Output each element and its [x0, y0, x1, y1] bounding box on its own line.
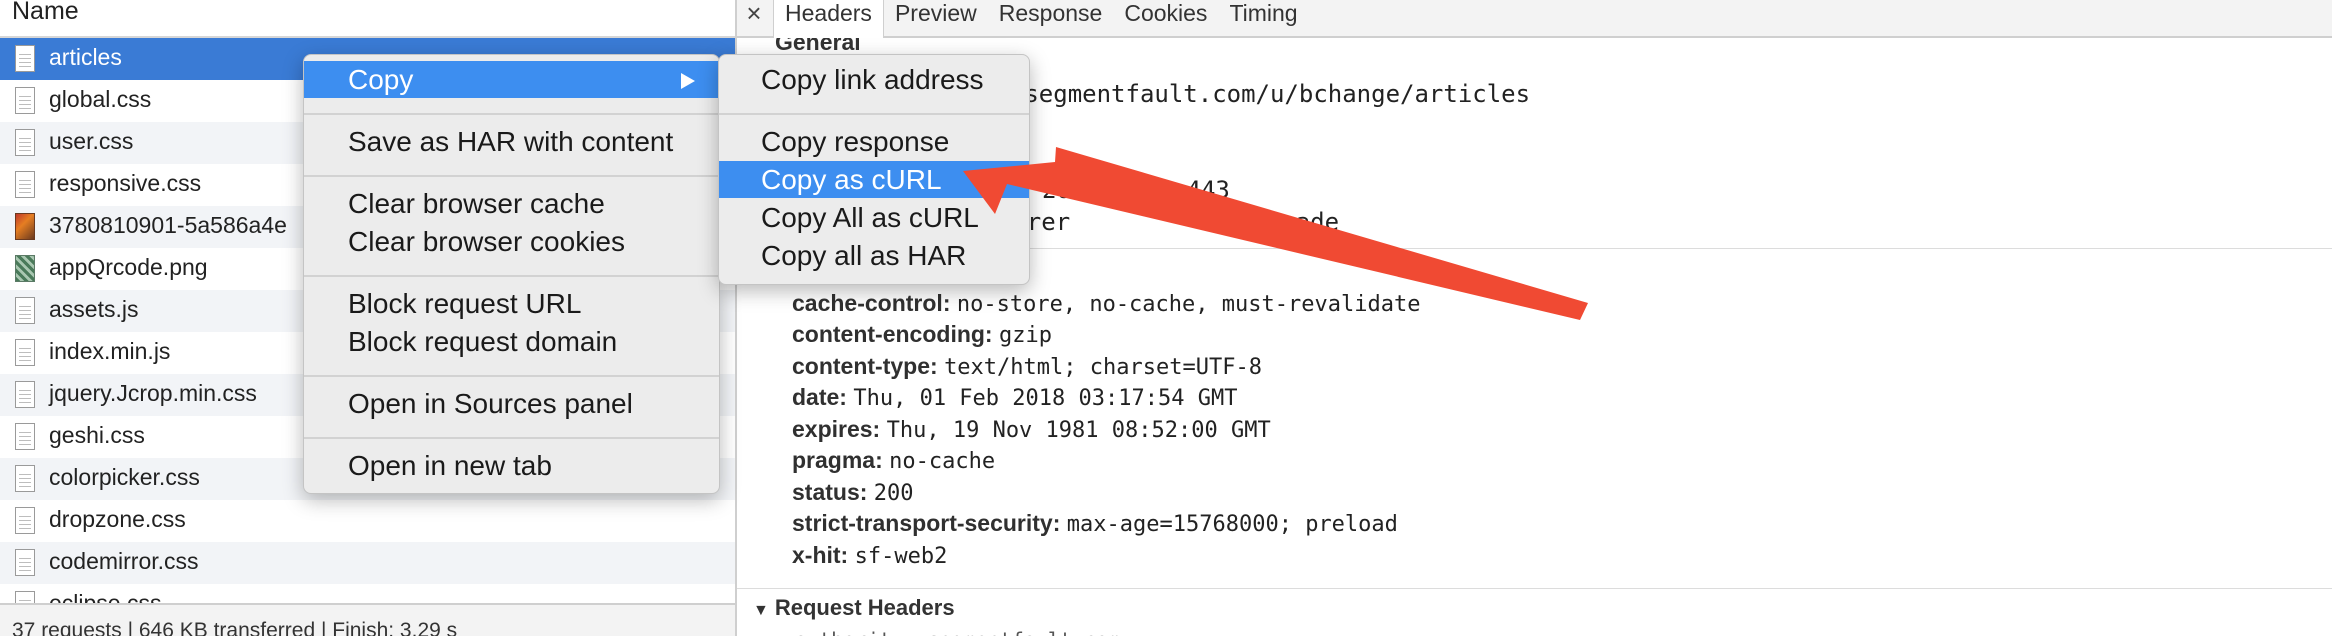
request-row[interactable]: codemirror.css	[0, 542, 735, 584]
response-header: status: 200	[792, 479, 914, 506]
tab-response[interactable]: Response	[988, 0, 1114, 36]
section-divider	[737, 588, 2332, 589]
request-name: user.css	[49, 128, 134, 154]
response-header: strict-transport-security: max-age=15768…	[792, 510, 1398, 537]
document-icon	[15, 129, 35, 156]
document-icon	[15, 381, 35, 408]
name-column-header[interactable]: Name	[0, 0, 735, 38]
request-name: assets.js	[49, 296, 139, 322]
response-header: date: Thu, 01 Feb 2018 03:17:54 GMT	[792, 384, 1238, 411]
tab-headers[interactable]: Headers	[773, 0, 884, 38]
request-name: jquery.Jcrop.min.css	[49, 380, 257, 406]
menu-item-copy-link-address[interactable]: Copy link address	[719, 61, 1029, 98]
submenu-arrow-icon	[681, 73, 695, 89]
menu-item-copy-all-as-curl[interactable]: Copy All as cURL	[719, 199, 1029, 236]
menu-item-save-har[interactable]: Save as HAR with content	[304, 123, 719, 160]
menu-item-open-new-tab[interactable]: Open in new tab	[304, 447, 719, 484]
general-referrer-policy-value: downgrade	[1209, 208, 1340, 236]
menu-separator	[304, 375, 719, 377]
details-tab-bar: × Headers Preview Response Cookies Timin…	[737, 0, 2332, 38]
tab-cookies[interactable]: Cookies	[1113, 0, 1218, 36]
copy-submenu: Copy link address Copy response Copy as …	[718, 54, 1030, 285]
request-name: codemirror.css	[49, 548, 199, 574]
document-icon	[15, 87, 35, 114]
document-icon	[15, 297, 35, 324]
menu-separator	[719, 113, 1029, 115]
general-remote-address: 26.83.219:443	[1042, 176, 1230, 204]
menu-item-block-domain[interactable]: Block request domain	[304, 323, 719, 360]
menu-item-copy-as-curl[interactable]: Copy as cURL	[719, 161, 1029, 198]
menu-item-block-url[interactable]: Block request URL	[304, 285, 719, 322]
network-status-bar: 37 requests | 646 KB transferred | Finis…	[0, 603, 735, 636]
menu-item-label: Copy	[348, 64, 414, 95]
menu-item-copy-all-as-har[interactable]: Copy all as HAR	[719, 237, 1029, 274]
response-header: x-hit: sf-web2	[792, 542, 948, 569]
request-headers-title: Request Headers	[774, 595, 955, 620]
document-icon	[15, 423, 35, 450]
request-name: global.css	[49, 86, 152, 112]
request-context-menu: Copy Save as HAR with content Clear brow…	[303, 54, 720, 494]
image-icon	[15, 213, 35, 240]
menu-item-open-sources[interactable]: Open in Sources panel	[304, 385, 719, 422]
response-header: expires: Thu, 19 Nov 1981 08:52:00 GMT	[792, 416, 1271, 443]
document-icon	[15, 339, 35, 366]
request-name: dropzone.css	[49, 506, 186, 532]
response-header: pragma: no-cache	[792, 447, 996, 474]
request-name: geshi.css	[49, 422, 145, 448]
document-icon	[15, 465, 35, 492]
request-name: 3780810901-5a586a4e	[49, 212, 287, 238]
disclosure-triangle-icon: ▼	[753, 602, 769, 619]
menu-item-copy-response[interactable]: Copy response	[719, 123, 1029, 160]
response-header: content-type: text/html; charset=UTF-8	[792, 353, 1262, 380]
response-header: content-encoding: gzip	[792, 321, 1052, 348]
general-request-url: ://segmentfault.com/u/bchange/articles	[981, 80, 1531, 108]
request-name: colorpicker.css	[49, 464, 200, 490]
close-icon[interactable]: ×	[741, 0, 767, 30]
menu-item-clear-cache[interactable]: Clear browser cache	[304, 185, 719, 222]
menu-item-clear-cookies[interactable]: Clear browser cookies	[304, 223, 719, 260]
request-name: articles	[49, 44, 122, 70]
request-row[interactable]: dropzone.css	[0, 500, 735, 542]
tab-preview[interactable]: Preview	[884, 0, 988, 36]
request-name: responsive.css	[49, 170, 202, 196]
request-headers-toggle[interactable]: ▼ Request Headers	[753, 595, 955, 621]
general-section-title[interactable]: General	[775, 38, 861, 52]
document-icon	[15, 549, 35, 576]
request-header-fragment: authority: segmentfault.com	[795, 628, 1120, 636]
menu-separator	[304, 275, 719, 277]
qrcode-image-icon	[15, 255, 35, 282]
tab-timing[interactable]: Timing	[1218, 0, 1308, 36]
request-name: index.min.js	[49, 338, 171, 364]
name-column-label: Name	[12, 0, 79, 25]
status-summary: 37 requests | 646 KB transferred | Finis…	[12, 619, 458, 636]
menu-item-copy[interactable]: Copy	[304, 61, 719, 98]
response-header: cache-control: no-store, no-cache, must-…	[792, 290, 1421, 317]
menu-separator	[304, 437, 719, 439]
request-name: appQrcode.png	[49, 254, 208, 280]
document-icon	[15, 507, 35, 534]
document-icon	[15, 45, 35, 72]
menu-separator	[304, 113, 719, 115]
document-icon	[15, 171, 35, 198]
menu-separator	[304, 175, 719, 177]
